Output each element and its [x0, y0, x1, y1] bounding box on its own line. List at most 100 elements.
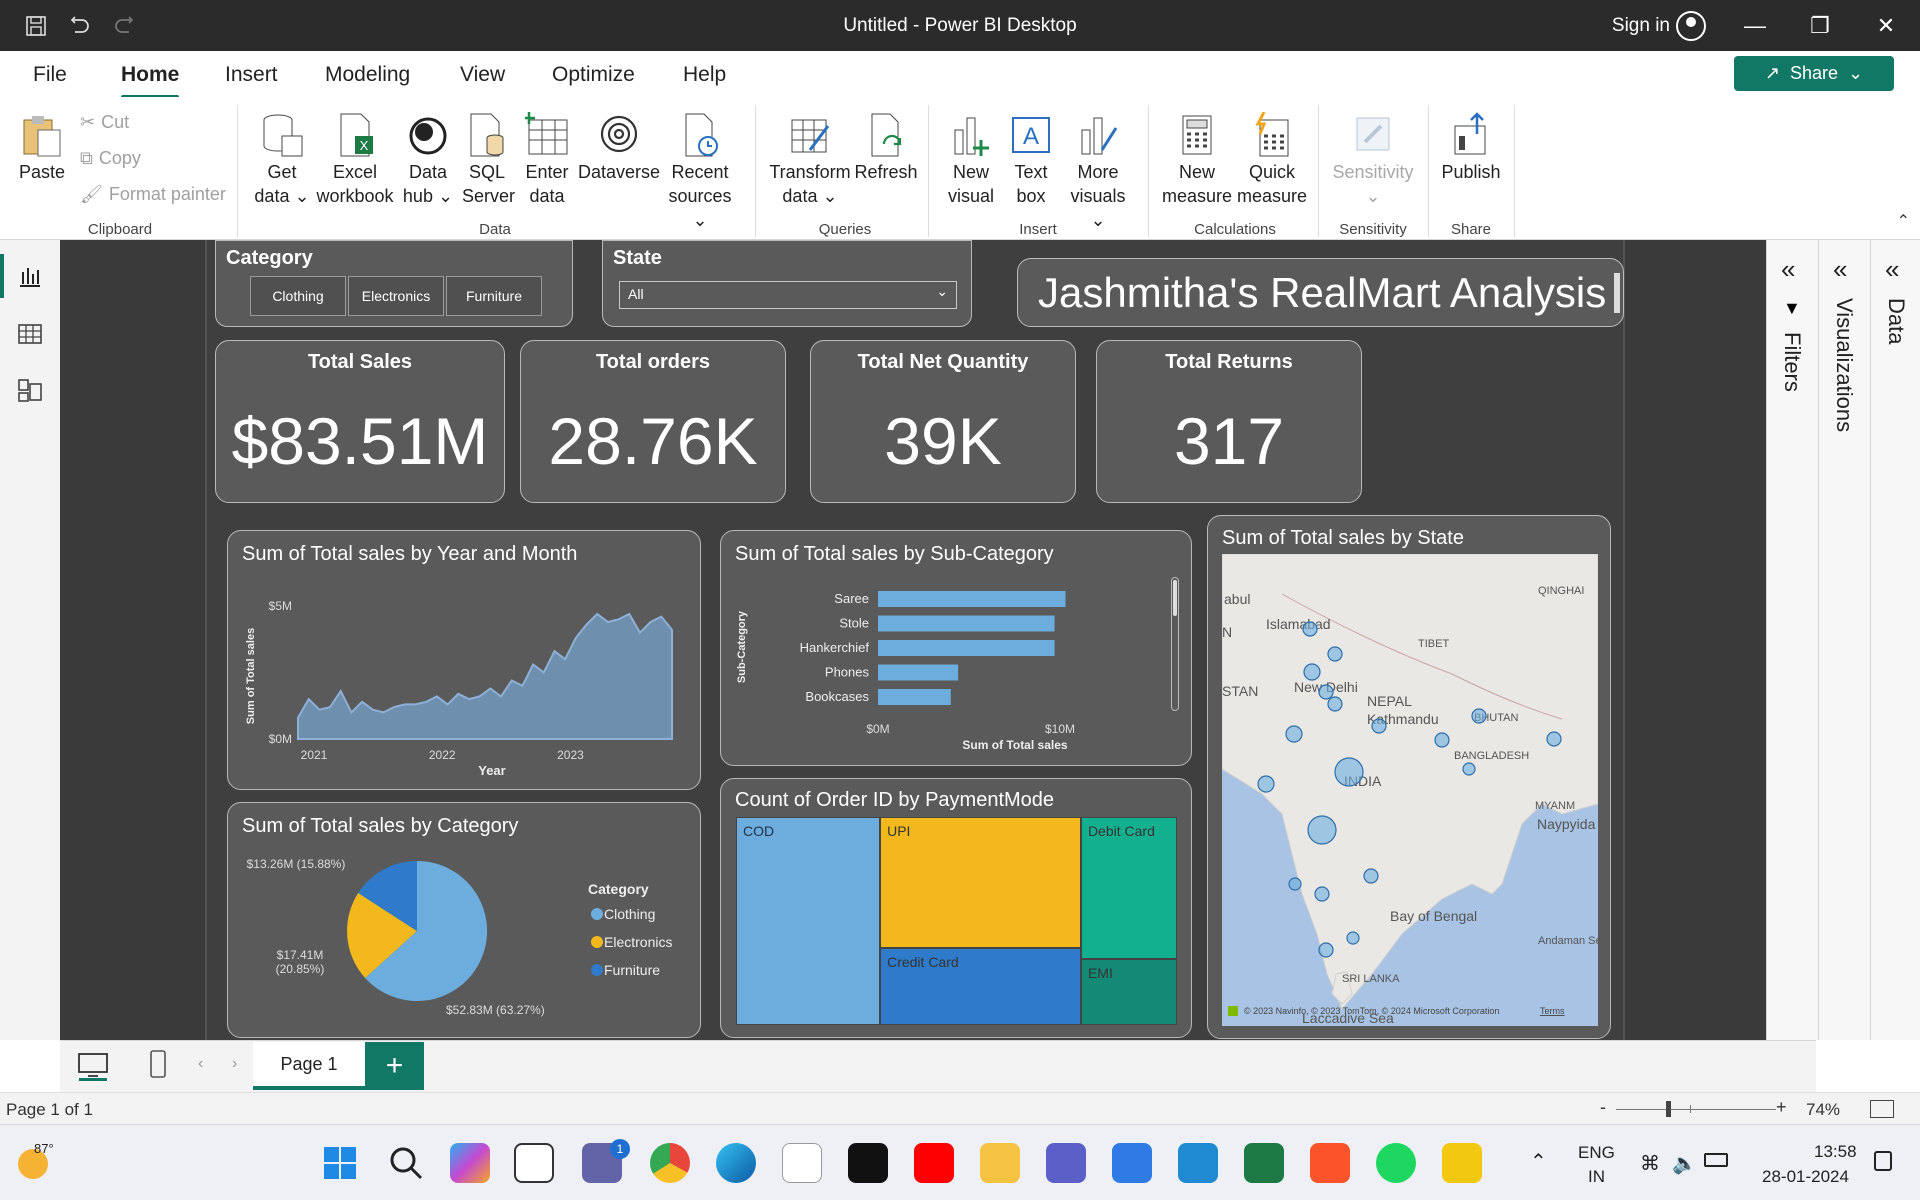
zoom-out-button[interactable]: - [1600, 1097, 1606, 1118]
chevron-left-icon[interactable]: « [1885, 254, 1899, 285]
data-pane[interactable]: « Data [1870, 240, 1920, 1040]
todo-icon[interactable] [1112, 1143, 1152, 1183]
sensitivity-button[interactable]: Sensitivity ⌄ [1325, 112, 1421, 208]
notifications-icon[interactable] [1874, 1151, 1892, 1171]
windows-start-icon[interactable] [320, 1143, 360, 1183]
close-button[interactable]: ✕ [1866, 10, 1906, 42]
task-view-icon[interactable] [514, 1143, 554, 1183]
menu-help[interactable]: Help [683, 63, 726, 87]
search-icon[interactable] [386, 1143, 426, 1183]
menu-view[interactable]: View [460, 63, 505, 87]
bar-chart-visual[interactable]: Sum of Total sales by Sub-Category Saree… [720, 530, 1192, 766]
report-title-box[interactable]: Jashmitha's RealMart Analysis [1017, 258, 1624, 327]
file-explorer-icon[interactable] [980, 1143, 1020, 1183]
kpi-total-sales[interactable]: Total Sales $83.51M [215, 340, 505, 503]
kpi-total-orders[interactable]: Total orders 28.76K [520, 340, 786, 503]
map-visual[interactable]: Sum of Total sales by State abul N Islamab… [1207, 515, 1611, 1039]
treemap-cell[interactable]: Debit Card [1080, 817, 1177, 959]
fit-to-page-icon[interactable] [1870, 1100, 1894, 1118]
netflix-icon[interactable] [848, 1143, 888, 1183]
menu-home[interactable]: Home [121, 63, 180, 99]
add-page-button[interactable]: + [365, 1042, 424, 1090]
restore-button[interactable]: ❐ [1800, 10, 1840, 42]
treemap-cell[interactable]: UPI [880, 817, 1081, 949]
menu-file[interactable]: File [33, 63, 67, 87]
clock-date[interactable]: 28-01-2024 [1762, 1167, 1849, 1187]
desktop-layout-icon[interactable] [76, 1051, 110, 1081]
dataverse-button[interactable]: Dataverse [578, 112, 660, 184]
youtube-icon[interactable] [914, 1143, 954, 1183]
recent-sources-button[interactable]: Recent sources ⌄ [660, 112, 740, 232]
area-chart-visual[interactable]: Sum of Total sales by Year and Month $0M… [227, 530, 701, 790]
sql-server-button[interactable]: SQL Server [462, 112, 515, 208]
excel-workbook-button[interactable]: X Excel workbook [313, 112, 397, 208]
treemap-visual[interactable]: Count of Order ID by PaymentMode COD UPI C… [720, 778, 1192, 1038]
format-painter-button[interactable]: 🖌 Format painter [80, 184, 226, 205]
clock-time[interactable]: 13:58 [1814, 1142, 1857, 1162]
new-measure-button[interactable]: New measure [1160, 112, 1234, 208]
publish-button[interactable]: Publish [1438, 112, 1504, 184]
paste-button[interactable]: Paste [16, 112, 68, 184]
new-visual-button[interactable]: New visual [942, 112, 1000, 208]
refresh-button[interactable]: Refresh [853, 112, 919, 184]
menu-optimize[interactable]: Optimize [552, 63, 635, 87]
copy-button[interactable]: ⧉ Copy [80, 148, 141, 169]
next-page-icon[interactable]: › [232, 1055, 237, 1073]
table-view-icon[interactable] [16, 320, 44, 348]
report-view-icon[interactable] [16, 262, 44, 290]
sheets-icon[interactable] [1244, 1143, 1284, 1183]
state-dropdown[interactable]: All ⌄ [619, 281, 957, 309]
account-icon[interactable] [1676, 11, 1706, 41]
zoom-slider[interactable] [1616, 1101, 1776, 1117]
visualizations-pane[interactable]: « Visualizations [1818, 240, 1870, 1040]
slicer-option-clothing[interactable]: Clothing [250, 276, 346, 316]
copilot-icon[interactable] [450, 1143, 490, 1183]
map[interactable]: abulN IslamabadQINGHAITIBETSTAN New DelhiN… [1222, 554, 1598, 1026]
battery-icon[interactable] [1704, 1153, 1728, 1167]
share-button[interactable]: ↗ Share ⌄ [1734, 56, 1894, 91]
enter-data-button[interactable]: Enter data [522, 112, 572, 208]
brave-icon[interactable] [1310, 1143, 1350, 1183]
transform-data-button[interactable]: Transform data ⌄ [768, 112, 852, 208]
zoom-level[interactable]: 74% [1806, 1100, 1840, 1120]
mobile-layout-icon[interactable] [148, 1049, 168, 1081]
model-view-icon[interactable] [16, 376, 44, 404]
slicer-option-electronics[interactable]: Electronics [348, 276, 444, 316]
treemap-cell[interactable]: EMI [1080, 958, 1177, 1025]
collapse-ribbon-icon[interactable]: ⌃ [1897, 211, 1910, 231]
spotify-icon[interactable] [1376, 1143, 1416, 1183]
chrome-icon[interactable] [650, 1143, 690, 1183]
wifi-icon[interactable]: ⌘ [1640, 1151, 1660, 1176]
kpi-total-returns[interactable]: Total Returns 317 [1096, 340, 1362, 503]
data-hub-button[interactable]: Data hub ⌄ [400, 112, 456, 208]
chevron-left-icon[interactable]: « [1833, 254, 1847, 285]
cut-button[interactable]: ✂ Cut [80, 112, 129, 133]
vscode-icon[interactable] [1178, 1143, 1218, 1183]
more-visuals-button[interactable]: More visuals ⌄ [1062, 112, 1134, 232]
slicer-option-furniture[interactable]: Furniture [446, 276, 542, 316]
treemap-cell[interactable]: COD [736, 817, 881, 1025]
sign-in-link[interactable]: Sign in [1612, 15, 1670, 37]
nxtwave-icon[interactable] [782, 1143, 822, 1183]
get-data-button[interactable]: Get data ⌄ [252, 112, 312, 208]
scrollbar[interactable] [1171, 577, 1179, 711]
text-box-button[interactable]: A Text box [1005, 112, 1057, 208]
volume-icon[interactable]: 🔈 [1672, 1151, 1697, 1176]
minimize-button[interactable]: — [1735, 10, 1775, 42]
zoom-slider-thumb[interactable] [1666, 1101, 1671, 1117]
treemap-cell[interactable]: Credit Card [880, 948, 1081, 1025]
power-bi-icon[interactable] [1442, 1143, 1482, 1183]
page-tab[interactable]: Page 1 [253, 1042, 365, 1090]
quick-measure-button[interactable]: Quick measure [1235, 112, 1309, 208]
zoom-in-button[interactable]: + [1776, 1097, 1787, 1118]
previous-page-icon[interactable]: ‹ [198, 1055, 203, 1073]
menu-insert[interactable]: Insert [225, 63, 278, 87]
kpi-total-net-quantity[interactable]: Total Net Quantity 39K [810, 340, 1076, 503]
filters-pane[interactable]: « ▼ Filters [1766, 240, 1818, 1040]
pie-chart-visual[interactable]: Sum of Total sales by Category $52.83M (… [227, 802, 701, 1038]
menu-modeling[interactable]: Modeling [325, 63, 410, 87]
teams-icon[interactable] [1046, 1143, 1086, 1183]
chevron-left-icon[interactable]: « [1781, 254, 1795, 285]
edge-icon[interactable] [716, 1143, 756, 1183]
input-language[interactable]: ENG [1578, 1143, 1615, 1163]
